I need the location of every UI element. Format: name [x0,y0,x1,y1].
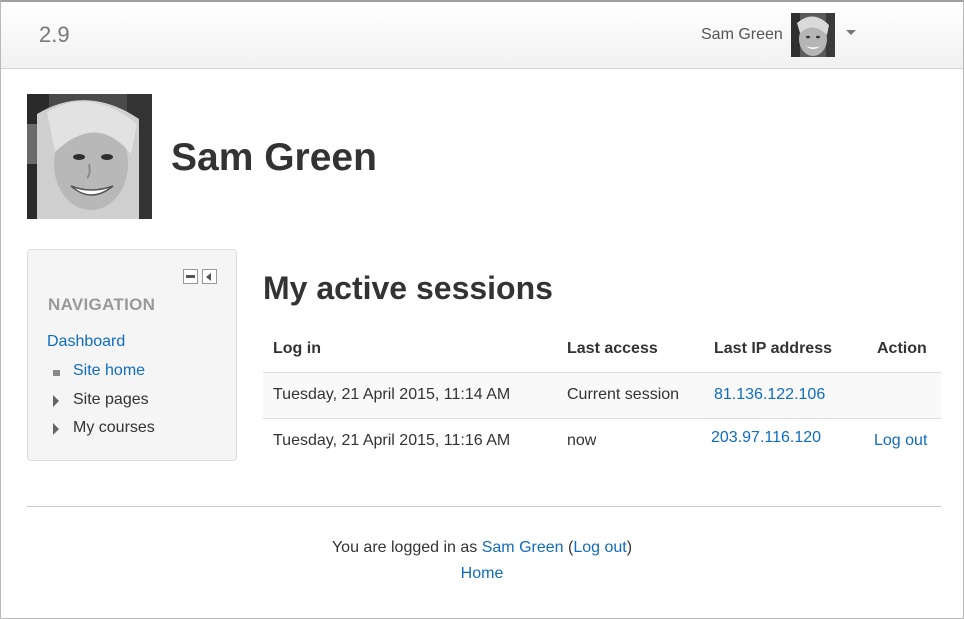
minimize-block-icon[interactable] [183,269,198,284]
table-row: Tuesday, 21 April 2015, 11:14 AM Current… [263,372,941,418]
footer-user-link[interactable]: Sam Green [482,539,564,556]
profile-name-heading: Sam Green [171,136,377,179]
footer-home-link[interactable]: Home [461,565,504,582]
row-ip-link[interactable]: 203.97.116.120 [711,429,821,447]
bullet-icon [53,370,60,376]
navigation-block-title: NAVIGATION [48,295,156,314]
login-info-prefix: You are logged in as [331,539,482,556]
column-header-last-ip: Last IP address [714,340,832,357]
row-login-time: Tuesday, 21 April 2015, 11:14 AM [273,386,511,403]
profile-photo [27,94,152,219]
dock-block-icon[interactable] [202,269,217,284]
navigation-block: NAVIGATION Dashboard Site home Site page… [27,249,237,461]
user-menu[interactable]: Sam Green [701,12,856,58]
footer-logout-link[interactable]: Log out [573,539,626,556]
user-avatar-small[interactable] [790,13,835,57]
row-last-access: now [567,432,597,449]
user-menu-name[interactable]: Sam Green [701,26,783,44]
row-login-time: Tuesday, 21 April 2015, 11:16 AM [273,432,511,449]
table-row: Tuesday, 21 April 2015, 11:16 AM now 203… [263,418,941,464]
site-brand[interactable]: 2.9 [39,22,70,48]
expand-arrow-icon[interactable] [53,395,59,407]
page-title: My active sessions [263,270,553,306]
nav-item-dashboard[interactable]: Dashboard [47,333,125,351]
browser-frame: 2.9 Sam Green Sam Green NAVIGATION Dashb… [0,0,964,619]
column-header-login: Log in [273,340,321,357]
nav-item-site-pages[interactable]: Site pages [73,391,149,409]
column-header-last-access: Last access [567,340,658,357]
footer-divider [27,506,941,507]
top-navbar: 2.9 Sam Green [1,2,963,69]
logout-session-link[interactable]: Log out [874,432,927,450]
login-info-close-paren: ) [626,539,633,556]
expand-arrow-icon[interactable] [53,423,59,435]
login-info: You are logged in as Sam Green (Log out) [1,539,963,557]
nav-item-site-home[interactable]: Site home [73,362,145,380]
nav-item-my-courses[interactable]: My courses [73,419,155,437]
row-last-access: Current session [567,386,680,403]
row-ip-link[interactable]: 81.136.122.106 [714,386,825,404]
home-link-line: Home [1,565,963,583]
column-header-action: Action [877,340,927,357]
chevron-down-icon[interactable] [845,29,856,35]
login-info-open-paren: ( [563,539,574,556]
